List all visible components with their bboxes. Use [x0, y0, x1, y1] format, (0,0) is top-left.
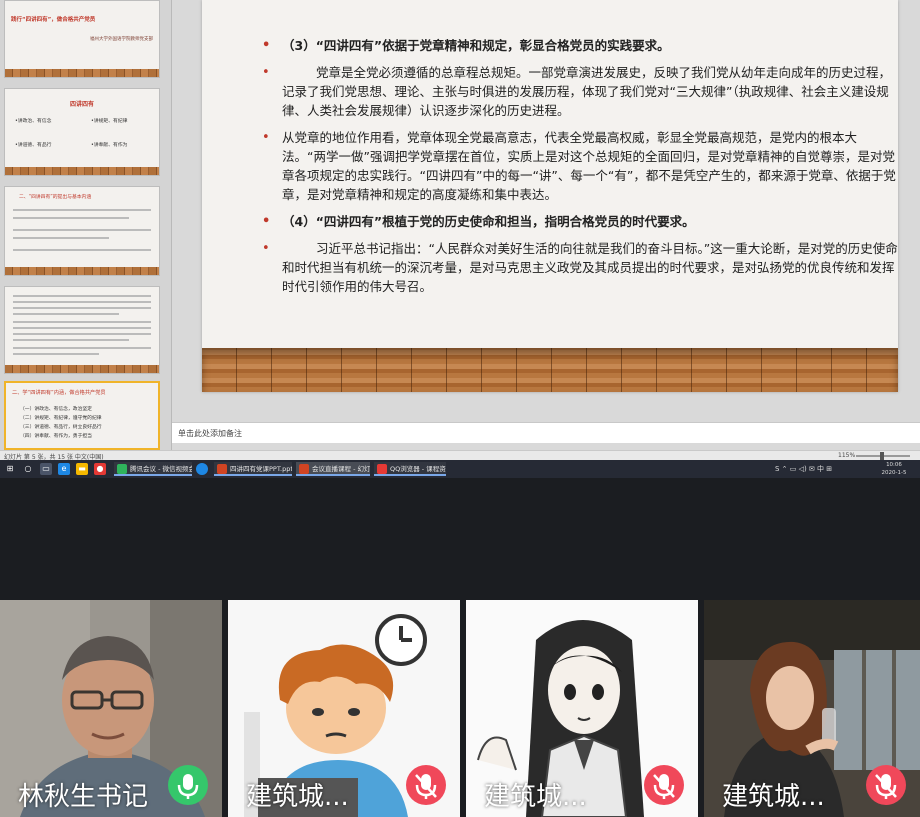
thumbnail-text-line — [13, 327, 151, 329]
slide-bullet: （4）“四讲四有”根植于党的历史使命和担当，指明合格党员的时代要求。 — [262, 212, 898, 231]
slide-bullet: 从党章的地位作用看，党章体现全党最高意志，代表全党最高权威，彰显全党最高规范，是… — [262, 128, 898, 204]
thumbnail-text-line — [13, 313, 119, 315]
powerpoint-icon — [299, 464, 309, 474]
qq-browser-icon — [377, 464, 387, 474]
bullet-text: 习近平总书记指出：“人民群众对美好生活的向往就是我们的奋斗目标。”这一重大论断，… — [282, 241, 898, 294]
taskbar-app-label: 腾讯会议 - 微信视频会... — [130, 465, 192, 473]
participant-tile[interactable]: 建筑城... — [704, 600, 920, 817]
slide-thumbnail[interactable]: 践行“四讲四有”，做合格共产党员 福州大学外国语学院教师党支部 — [4, 0, 160, 78]
edge-browser-icon[interactable]: e — [58, 463, 70, 475]
thumbnail-text-line — [13, 307, 151, 309]
tray-icons: S ⌃ ▭ ◁) ✉ 中 ⊞ — [775, 465, 833, 473]
wood-floor-decoration — [5, 167, 159, 175]
taskbar-app-meeting[interactable]: 腾讯会议 - 微信视频会... — [114, 462, 192, 476]
thumbnail-item: •讲道德、有品行 — [15, 143, 52, 148]
thumbnail-text-line — [13, 339, 129, 341]
file-explorer-icon[interactable]: ▬ — [76, 463, 88, 475]
windows-start-icon[interactable]: ⊞ — [4, 463, 16, 475]
thumbnail-heading: 二、“四讲四有”的提出与基本内涵 — [19, 195, 92, 200]
thumbnail-heading: 二、学“四讲四有”内涵，做合格共产党员 — [12, 390, 106, 396]
search-icon[interactable]: ○ — [22, 463, 34, 475]
participant-tile[interactable]: 林秋生书记 — [0, 600, 222, 817]
taskbar-app-label: 四讲四有党课PPT.pptx ... — [230, 465, 292, 473]
bullet-text: 党章是全党必须遵循的总章程总规矩。一部党章演进发展史，反映了我们党从幼年走向成年… — [282, 65, 892, 118]
slide-thumbnail-pane[interactable]: 践行“四讲四有”，做合格共产党员 福州大学外国语学院教师党支部 四讲四有 •讲政… — [0, 0, 172, 450]
wood-floor-decoration — [5, 267, 159, 275]
shared-screen: 践行“四讲四有”，做合格共产党员 福州大学外国语学院教师党支部 四讲四有 •讲政… — [0, 0, 920, 478]
bullet-text: （4）“四讲四有”根植于党的历史使命和担当，指明合格党员的时代要求。 — [282, 214, 695, 229]
participant-tile[interactable]: 建筑城... — [228, 600, 460, 817]
thumbnail-item: •讲政治、有信念 — [15, 119, 52, 124]
browser-icon[interactable] — [196, 463, 208, 475]
thumbnail-title: 践行“四讲四有”，做合格共产党员 — [11, 17, 96, 23]
notes-placeholder: 单击此处添加备注 — [178, 429, 242, 438]
thumbnail-text-line — [13, 321, 151, 323]
zoom-level[interactable]: 115% — [838, 452, 855, 459]
taskbar-app-label: QQ浏览器 - 课程资... — [390, 465, 446, 473]
slide-canvas: （3）“四讲四有”依据于党章精神和规定，彰显合格党员的实践要求。 党章是全党必须… — [202, 0, 898, 392]
app-shortcut-icon[interactable]: ● — [94, 463, 106, 475]
meeting-app-icon — [117, 464, 127, 474]
slide-bullet: （3）“四讲四有”依据于党章精神和规定，彰显合格党员的实践要求。 — [262, 36, 898, 55]
thumbnail-text-line — [13, 333, 151, 335]
thumbnail-item: （二）讲规矩、有纪律，遵守党的纪律 — [20, 416, 102, 421]
thumbnail-text-line — [13, 353, 99, 355]
thumbnail-item: （一）讲政治、有信念，政治坚定 — [20, 407, 92, 412]
microphone-on-icon[interactable] — [168, 765, 208, 805]
slide-thumbnail[interactable]: 四讲四有 •讲政治、有信念 •讲规矩、有纪律 •讲道德、有品行 •讲奉献、有作为 — [4, 88, 160, 176]
slide-bullet: 习近平总书记指出：“人民群众对美好生活的向往就是我们的奋斗目标。”这一重大论断，… — [262, 239, 898, 296]
thumbnail-text-line — [13, 301, 151, 303]
bullet-text: 从党章的地位作用看，党章体现全党最高意志，代表全党最高权威，彰显全党最高规范，是… — [282, 130, 896, 202]
participant-name: 建筑城... — [246, 782, 349, 812]
wood-floor-decoration — [5, 365, 159, 373]
microphone-muted-icon[interactable] — [644, 765, 684, 805]
clock-date: 2020-1-5 — [881, 470, 907, 476]
status-bar: 幻灯片 第 5 张，共 15 张 中文(中国) 115% — [0, 450, 920, 461]
thumbnail-item: •讲奉献、有作为 — [91, 143, 128, 148]
notes-pane[interactable]: 单击此处添加备注 — [172, 422, 920, 443]
slide-thumbnail[interactable] — [4, 286, 160, 374]
slide-thumbnail[interactable]: 二、“四讲四有”的提出与基本内涵 — [4, 186, 160, 276]
taskbar-app-browser[interactable]: QQ浏览器 - 课程资... — [374, 462, 446, 476]
zoom-slider-handle[interactable] — [880, 452, 884, 460]
participant-name: 建筑城... — [722, 782, 825, 812]
slide-bullet: 党章是全党必须遵循的总章程总规矩。一部党章演进发展史，反映了我们党从幼年走向成年… — [262, 63, 898, 120]
thumbnail-text-line — [13, 209, 151, 211]
windows-taskbar: ⊞ ○ ▭ e ▬ ● 腾讯会议 - 微信视频会... 四讲四有党课PPT.pp… — [0, 460, 920, 478]
wood-floor-decoration — [202, 348, 898, 392]
microphone-muted-icon[interactable] — [866, 765, 906, 805]
wood-floor-decoration — [5, 69, 159, 77]
clock-time: 10:06 — [886, 462, 902, 468]
participant-name: 林秋生书记 — [18, 782, 149, 812]
thumbnail-text-line — [13, 347, 151, 349]
taskbar-app-slideshow[interactable]: 会议直播课程 - 幻灯片... — [296, 462, 370, 476]
participant-tile[interactable]: 建筑城... — [466, 600, 698, 817]
thumbnail-text-line — [13, 249, 151, 251]
slide-thumbnail-selected[interactable]: 二、学“四讲四有”内涵，做合格共产党员 （一）讲政治、有信念，政治坚定 （二）讲… — [4, 381, 160, 450]
meeting-window: 践行“四讲四有”，做合格共产党员 福州大学外国语学院教师党支部 四讲四有 •讲政… — [0, 0, 920, 817]
slide-body: （3）“四讲四有”依据于党章精神和规定，彰显合格党员的实践要求。 党章是全党必须… — [262, 36, 898, 304]
microphone-muted-icon[interactable] — [406, 765, 446, 805]
thumbnail-text-line — [13, 229, 151, 231]
system-clock[interactable]: 10:06 2020-1-5 — [872, 461, 916, 477]
thumbnail-item: （三）讲道德、有品行，树立良好品行 — [20, 425, 102, 430]
powerpoint-icon — [217, 464, 227, 474]
thumbnail-text-line — [13, 217, 129, 219]
thumbnail-subtitle: 福州大学外国语学院教师党支部 — [90, 37, 153, 42]
participant-name: 建筑城... — [484, 782, 587, 812]
thumbnail-text-line — [13, 295, 151, 297]
task-view-icon[interactable]: ▭ — [40, 463, 52, 475]
taskbar-app-label: 会议直播课程 - 幻灯片... — [312, 465, 370, 473]
thumbnail-heading: 四讲四有 — [69, 101, 94, 108]
thumbnail-text-line — [13, 237, 109, 239]
taskbar-app-powerpoint[interactable]: 四讲四有党课PPT.pptx ... — [214, 462, 292, 476]
thumbnail-item: •讲规矩、有纪律 — [91, 119, 128, 124]
thumbnail-item: （四）讲奉献、有作为，勇于担当 — [20, 434, 92, 439]
bullet-text: （3）“四讲四有”依据于党章精神和规定，彰显合格党员的实践要求。 — [282, 38, 670, 53]
